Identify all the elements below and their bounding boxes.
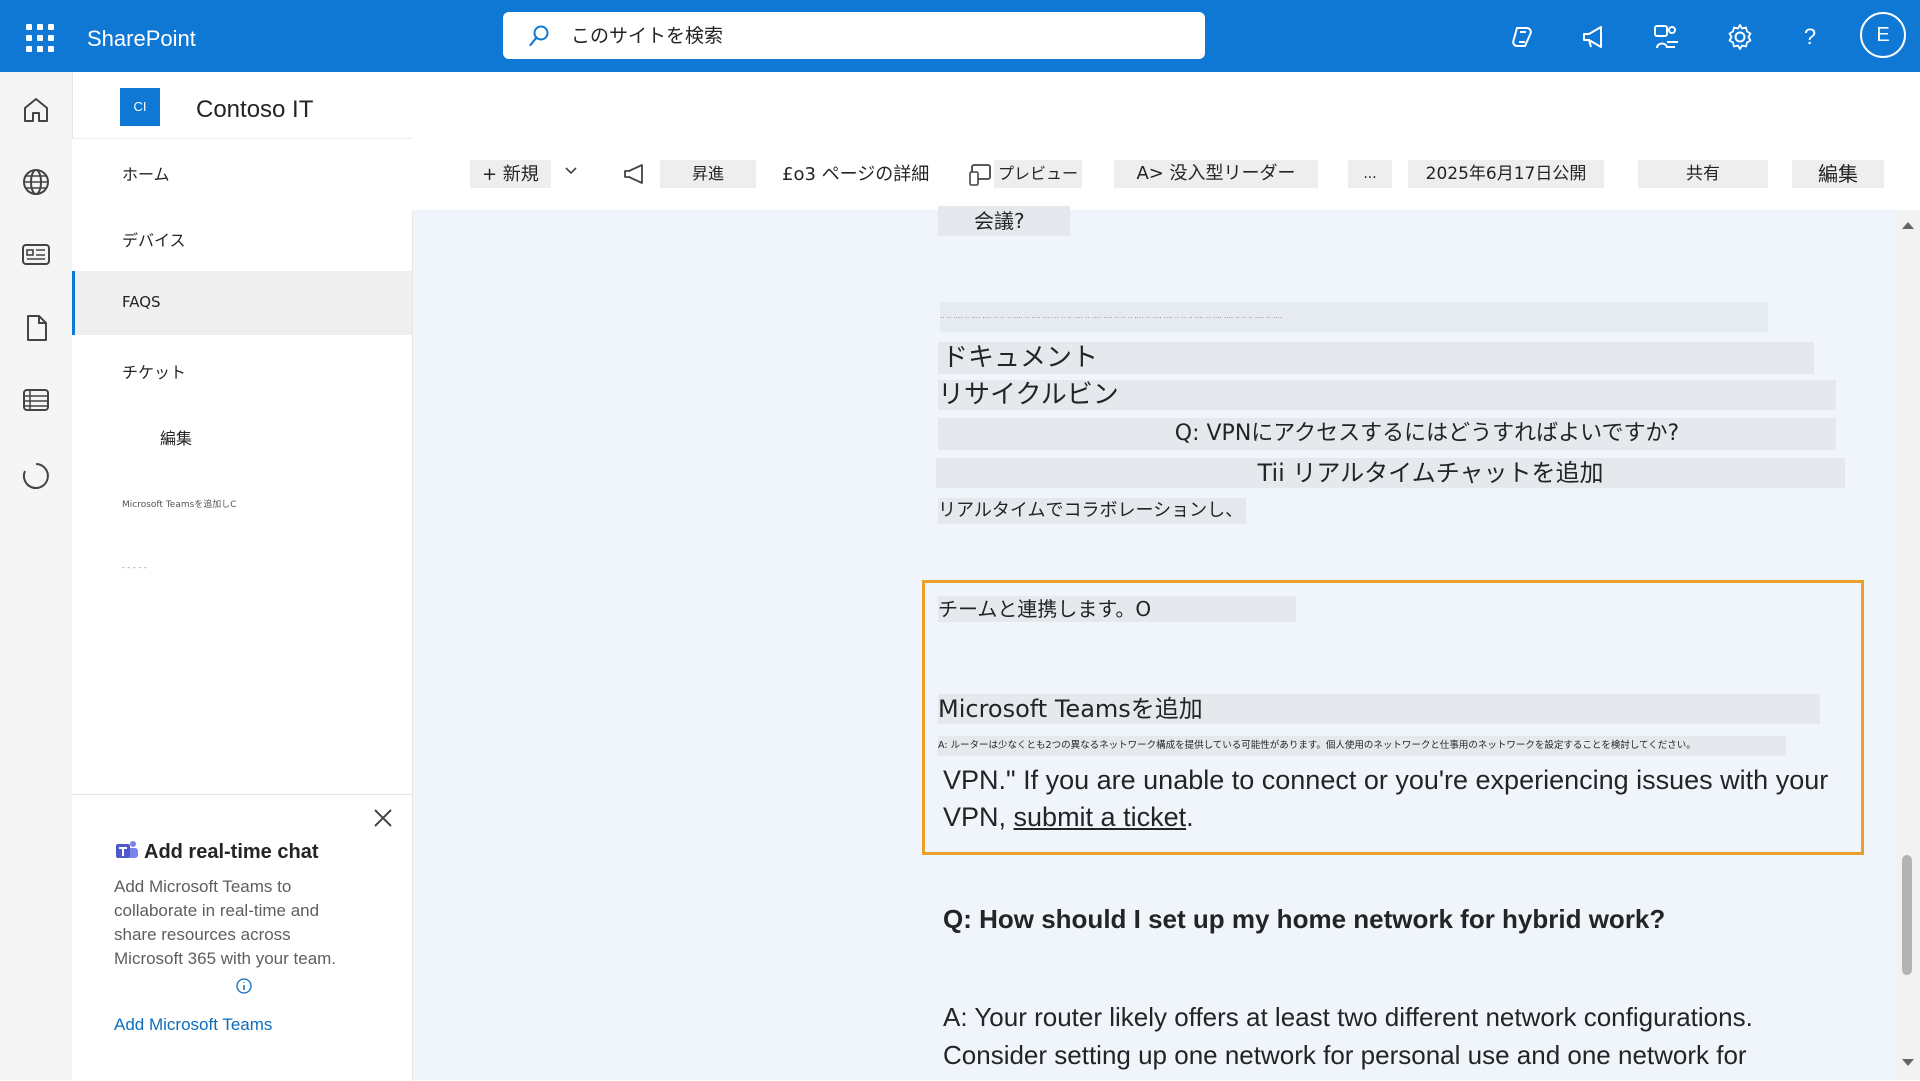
page-details-button[interactable]: £o3 ページの詳細 [782, 160, 929, 188]
router-answer-jp: A: ルーターは少なくとも2つの異なるネットワーク構成を提供している可能性があり… [938, 736, 1786, 756]
nav-item-label: 編集 [160, 429, 193, 448]
avatar[interactable]: E [1860, 12, 1906, 58]
vpn-text-line-2: VPN, submit a ticket. [943, 802, 1194, 833]
globe-icon[interactable] [20, 166, 52, 198]
nav-item-label: デバイス [122, 231, 186, 250]
add-teams-jp: Microsoft Teamsを追加 [938, 694, 1820, 724]
nav-item-label: FAQS [122, 293, 161, 311]
app-rail [0, 72, 73, 1080]
app-brand[interactable]: SharePoint [87, 26, 196, 52]
scrollbar-thumb[interactable] [1902, 855, 1912, 975]
nav-item-label: チケット [122, 363, 187, 382]
nav-item-home[interactable]: ホーム [72, 139, 412, 203]
scroll-down-arrow-icon[interactable] [1898, 1056, 1918, 1070]
nav-item-label: ホーム [122, 165, 170, 184]
published-date[interactable]: 2025年6月17日公開 [1408, 160, 1604, 188]
documents-heading: ドキュメント [938, 342, 1814, 374]
chevron-down-icon[interactable] [564, 164, 578, 178]
promote-button[interactable]: 昇進 [660, 160, 756, 188]
gear-icon[interactable] [1725, 22, 1755, 52]
nav-item-placeholder[interactable]: - - - - - [72, 535, 412, 599]
share-button[interactable]: 共有 [1638, 160, 1768, 188]
router-answer-line-2: Consider setting up one network for pers… [943, 1040, 1747, 1070]
meeting-heading: 会議? [938, 206, 1070, 236]
app-launcher-icon[interactable] [20, 18, 54, 52]
vpn-question-jp: Q: VPNにアクセスするにはどうすればよいですか? [938, 418, 1836, 450]
faded-text-line: ‥ ‥ ‥‥ ‥ ‥‥ ‥‥ ‥ ‥ ‥ ‥‥ ‥ ‥‥ ‥‥ ‥ ‥ ‥ ‥‥… [940, 302, 1768, 332]
nav-item-tickets[interactable]: チケット [72, 337, 412, 401]
recycle-bin-heading: リサイクルビン [938, 380, 1836, 410]
loop-icon[interactable] [20, 460, 52, 492]
megaphone-icon[interactable] [1580, 22, 1610, 52]
nav-item-add-teams[interactable]: Microsoft Teamsを追加しC [72, 469, 412, 533]
preview-icon[interactable] [968, 162, 994, 188]
more-options-button[interactable]: ... [1348, 160, 1392, 188]
card-body: Add Microsoft Teams to collaborate in re… [114, 877, 337, 968]
site-logo[interactable]: CI [120, 88, 160, 126]
list-icon[interactable] [20, 384, 52, 416]
router-answer-line-1: A: Your router likely offers at least tw… [943, 1002, 1753, 1032]
vpn-text-suffix: . [1186, 802, 1194, 832]
add-chat-jp: Tii リアルタイムチャットを追加 [936, 458, 1845, 488]
collab-jp: リアルタイムでコラボレーションし、 [938, 498, 1246, 524]
nav-item-label: Microsoft Teamsを追加しC [122, 500, 237, 510]
nav-item-label: - - - - - [122, 563, 147, 572]
scroll-up-arrow-icon[interactable] [1898, 218, 1918, 232]
card-title: Add real-time chat [144, 841, 319, 863]
vpn-text-line-1: VPN." If you are unable to connect or yo… [943, 765, 1829, 795]
search-icon [529, 25, 549, 47]
news-icon[interactable] [20, 238, 52, 270]
copilot-icon[interactable] [1508, 22, 1538, 52]
immersive-reader-button[interactable]: A> 没入型リーダー [1114, 160, 1318, 188]
teams-icon [116, 841, 138, 858]
submit-ticket-link[interactable]: submit a ticket [1014, 802, 1187, 832]
site-search-box[interactable] [503, 12, 1205, 59]
team-jp: チームと連携します。O [938, 596, 1296, 622]
nav-item-edit[interactable]: 編集 [72, 403, 412, 467]
selected-indicator [72, 271, 75, 335]
home-icon[interactable] [20, 94, 52, 126]
home-network-question: Q: How should I set up my home network f… [943, 904, 1666, 934]
add-teams-link[interactable]: Add Microsoft Teams [114, 1015, 272, 1035]
help-icon[interactable]: ? [1795, 22, 1825, 52]
edit-button[interactable]: 編集 [1792, 160, 1884, 188]
close-icon[interactable] [372, 807, 394, 829]
search-input[interactable] [569, 20, 1173, 52]
megaphone-icon[interactable] [622, 162, 648, 186]
info-icon[interactable] [236, 978, 252, 994]
people-settings-icon[interactable] [1652, 22, 1682, 52]
vpn-text-prefix: VPN, [943, 802, 1014, 832]
document-icon[interactable] [20, 312, 52, 344]
suite-bar: SharePoint ? E [0, 0, 1920, 72]
command-bar: + 新規 昇進 £o3 ページの詳細 プレビュー A> 没入型リーダー ... … [412, 138, 1920, 210]
preview-button[interactable]: プレビュー [994, 160, 1083, 188]
nav-item-devices[interactable]: デバイス [72, 205, 412, 269]
teams-promo-card: Add real-time chat Add Microsoft Teams t… [72, 794, 412, 1081]
new-button[interactable]: + 新規 [470, 160, 551, 188]
nav-item-faqs[interactable]: FAQS [72, 271, 412, 335]
site-title[interactable]: Contoso IT [196, 96, 313, 124]
